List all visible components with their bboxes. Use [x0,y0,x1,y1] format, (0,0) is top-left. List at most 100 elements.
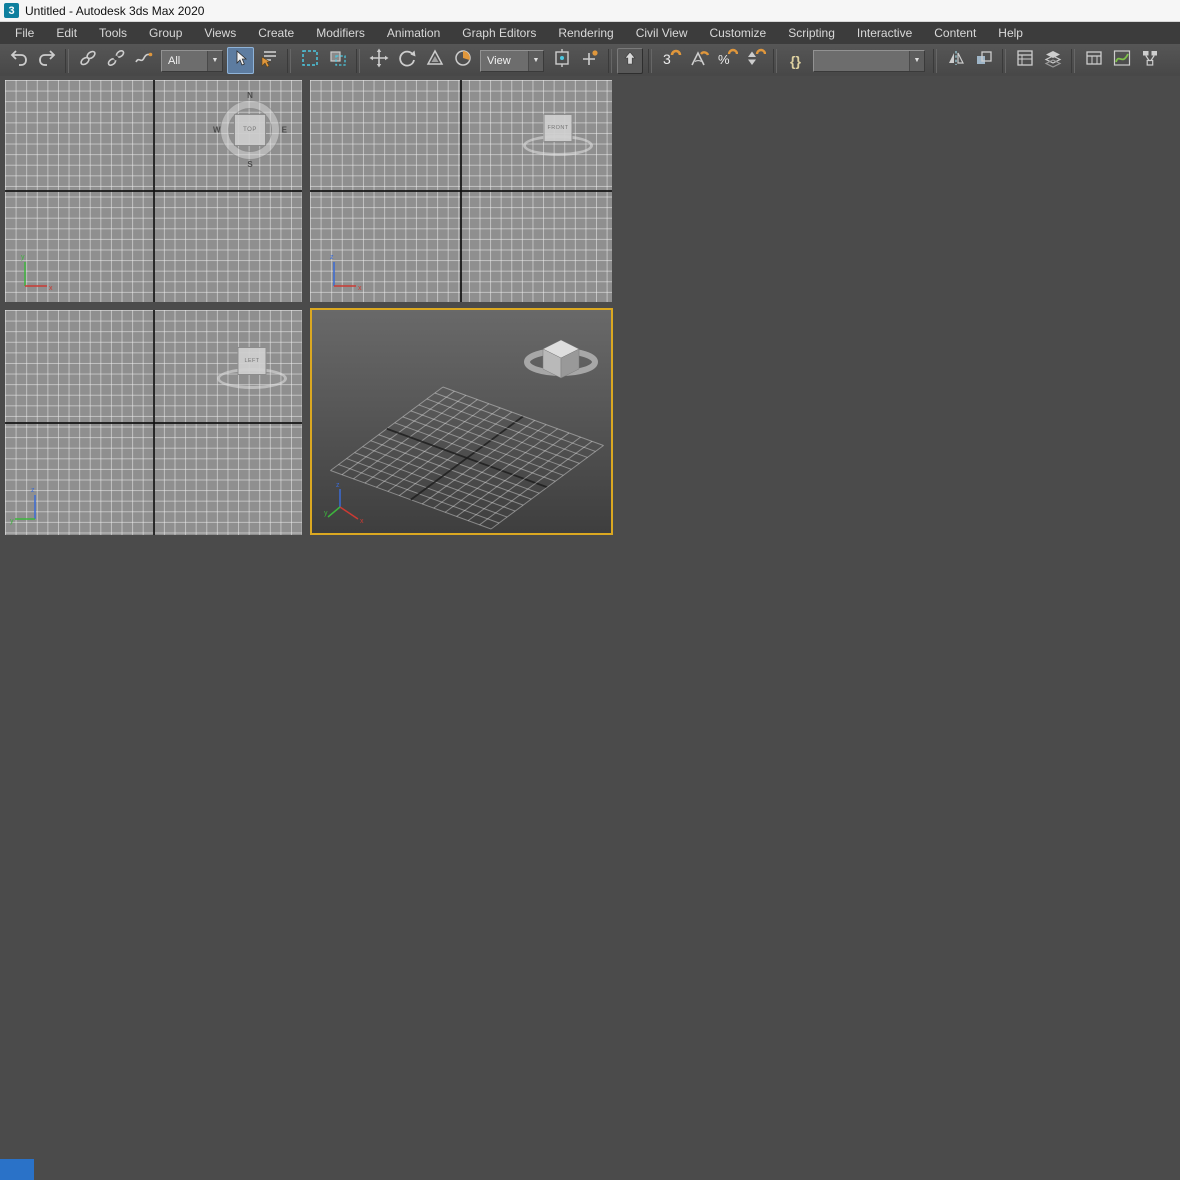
toolbar-separator [1071,48,1075,73]
taskbar-fragment[interactable] [0,1159,34,1180]
redo-icon [37,48,57,73]
svg-text:%: % [718,52,730,67]
selection-filter-dropdown[interactable]: All ▼ [161,49,223,72]
edit-named-sets-button[interactable]: {} [782,47,809,74]
menu-item-views[interactable]: Views [193,22,247,44]
chevron-down-icon: ▼ [528,50,543,71]
selection-filter-value: All [168,54,181,67]
menu-item-animation[interactable]: Animation [376,22,451,44]
toolbar-separator [1002,48,1006,73]
menu-item-content[interactable]: Content [923,22,987,44]
link-icon [78,48,98,73]
reference-coordinate-dropdown[interactable]: View ▼ [480,49,544,72]
select-and-link-button[interactable] [74,47,101,74]
world-axis-line-vertical [460,80,462,302]
viewport-perspective-active[interactable]: z x y [310,308,613,535]
select-and-scale-button[interactable] [421,47,448,74]
schematic-view-button[interactable] [1136,47,1163,74]
menu-item-customize[interactable]: Customize [699,22,778,44]
viewport-top[interactable]: N E S W TOP y x [5,80,302,302]
svg-text:z: z [31,487,35,494]
marquee-icon [300,48,320,73]
spinner-snap-icon [744,48,766,73]
move-icon [369,48,389,73]
toolbar-separator [933,48,937,73]
curve-editor-button[interactable] [1108,47,1135,74]
scene-explorer-toggle-button[interactable] [1011,47,1038,74]
axis-tripod-perspective: z x y [324,482,364,525]
viewport-front[interactable]: FRONT z x [310,80,612,302]
menu-item-rendering[interactable]: Rendering [547,22,624,44]
select-and-rotate-button[interactable] [393,47,420,74]
selection-region-button[interactable] [296,47,323,74]
named-sets-dropdown[interactable]: ▼ [813,49,925,72]
toolbar-separator [287,48,291,73]
curve-editor-icon [1112,48,1132,73]
menu-item-edit[interactable]: Edit [45,22,88,44]
select-by-name-button[interactable] [255,47,282,74]
svg-text:y: y [21,254,25,261]
percent-snap-button[interactable]: % [713,47,740,74]
menu-item-group[interactable]: Group [138,22,193,44]
scale-icon [425,48,445,73]
keyboard-override-button[interactable] [617,47,643,74]
app-logo-3dsmax: 3 [4,3,19,18]
menu-item-modifiers[interactable]: Modifiers [305,22,376,44]
menu-item-file[interactable]: File [4,22,45,44]
compass-north-label: N [247,91,253,100]
mirror-button[interactable] [942,47,969,74]
toolbar-separator [648,48,652,73]
world-axis-line-vertical [152,310,155,535]
axis-tripod-top: y x [21,254,53,292]
menu-item-interactive[interactable]: Interactive [846,22,923,44]
menu-item-tools[interactable]: Tools [88,22,138,44]
svg-text:z: z [336,482,340,489]
viewcube-left[interactable]: LEFT [217,346,287,392]
viewcube-face-top[interactable]: TOP [234,114,266,146]
undo-button[interactable] [5,47,32,74]
layer-explorer-toggle-button[interactable] [1039,47,1066,74]
use-pivot-center-button[interactable] [548,47,575,74]
percent-snap-icon: % [716,48,738,73]
select-and-manipulate-button[interactable] [576,47,603,74]
pivot-center-icon [552,48,572,73]
select-object-button[interactable] [227,47,254,74]
world-axis-line-vertical [152,80,155,302]
spacewarp-icon [134,48,154,73]
chevron-down-icon: ▼ [207,50,222,71]
viewcube-front[interactable]: FRONT [523,113,593,159]
viewcube-face-left[interactable]: LEFT [237,347,267,375]
unlink-selection-button[interactable] [102,47,129,74]
viewcube-compass[interactable]: N E S W TOP [213,91,287,169]
svg-text:x: x [49,285,53,292]
viewcube-face-front[interactable]: FRONT [543,114,573,142]
viewcube-3d[interactable] [521,328,601,392]
snap-toggle-3d-button[interactable]: 3 [657,47,684,74]
snap-3d-icon: 3 [660,48,682,73]
angle-snap-button[interactable] [685,47,712,74]
reference-coordinate-value: View [487,54,511,67]
select-and-place-button[interactable] [449,47,476,74]
spinner-snap-button[interactable] [741,47,768,74]
ribbon-toggle-button[interactable] [1080,47,1107,74]
svg-text:x: x [360,518,364,525]
viewport-left[interactable]: LEFT z y [5,310,302,535]
window-crossing-button[interactable] [324,47,351,74]
mirror-icon [946,48,966,73]
select-and-move-button[interactable] [365,47,392,74]
menu-item-help[interactable]: Help [987,22,1034,44]
menu-item-scripting[interactable]: Scripting [777,22,846,44]
broken-link-icon [106,48,126,73]
bind-to-spacewarp-button[interactable] [130,47,157,74]
axis-tripod-left: z y [10,487,36,525]
align-button[interactable] [970,47,997,74]
title-bar: 3 Untitled - Autodesk 3ds Max 2020 [0,0,1180,22]
svg-text:y: y [10,518,14,525]
undo-icon [9,48,29,73]
rotate-icon [397,48,417,73]
menu-item-graph-editors[interactable]: Graph Editors [451,22,547,44]
menu-item-create[interactable]: Create [247,22,305,44]
menu-item-civil-view[interactable]: Civil View [625,22,699,44]
cursor-icon [232,49,250,72]
redo-button[interactable] [33,47,60,74]
